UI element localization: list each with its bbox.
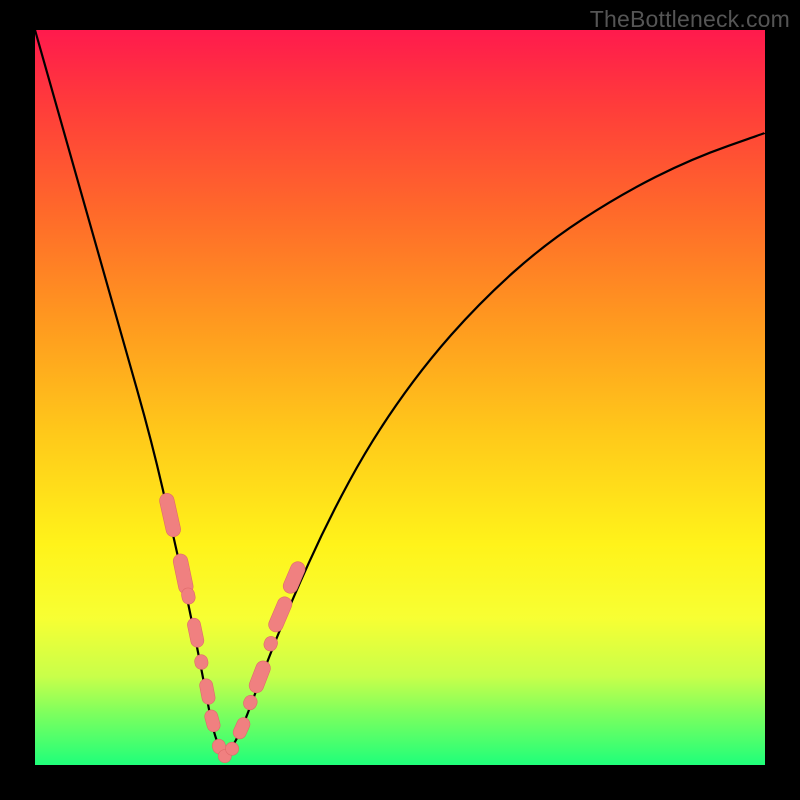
chart-frame: TheBottleneck.com — [0, 0, 800, 800]
data-marker — [241, 693, 259, 712]
data-marker — [186, 617, 205, 648]
data-marker — [203, 708, 221, 733]
data-marker — [194, 654, 210, 671]
data-marker — [231, 715, 252, 741]
data-marker — [266, 595, 294, 635]
data-marker — [225, 742, 238, 755]
chart-markers — [158, 492, 307, 763]
watermark-text: TheBottleneck.com — [590, 6, 790, 33]
data-marker — [158, 492, 182, 538]
plot-area — [35, 30, 765, 765]
data-marker — [198, 678, 216, 706]
data-marker — [247, 659, 273, 695]
chart-svg — [35, 30, 765, 765]
bottleneck-curve — [35, 30, 765, 752]
